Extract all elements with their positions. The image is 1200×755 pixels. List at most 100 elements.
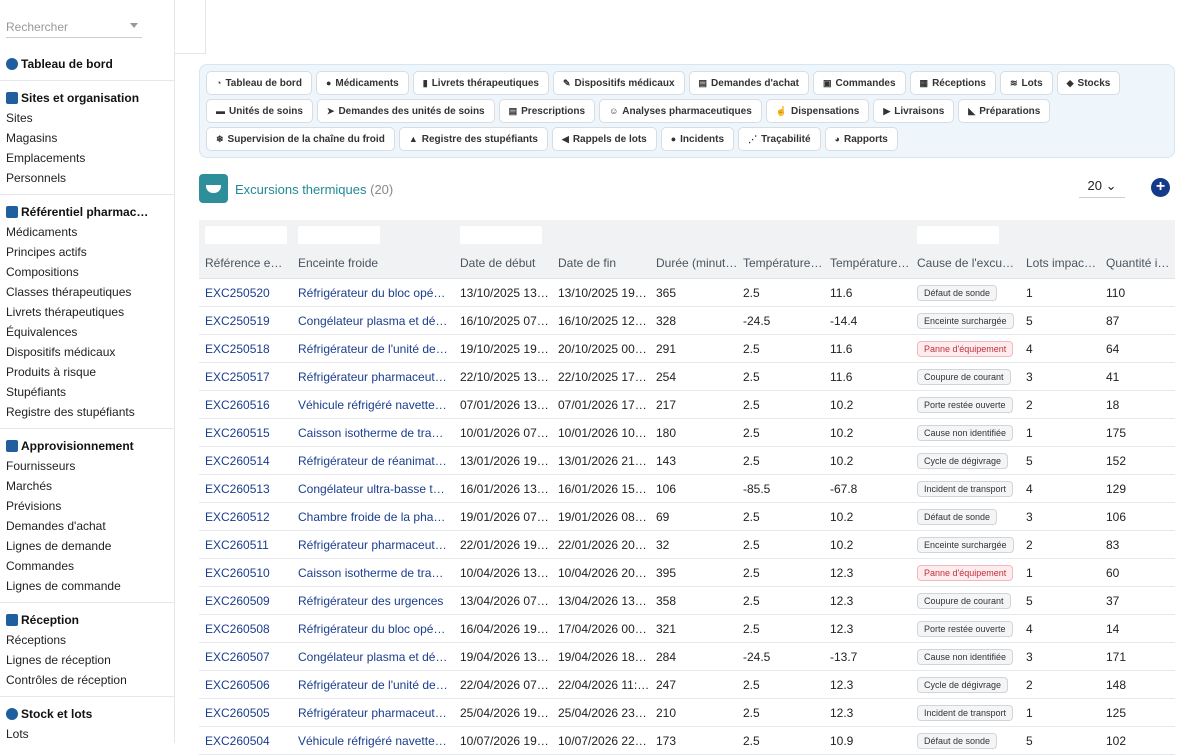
per-page-select[interactable]: 20 ⌄ (1079, 178, 1125, 198)
sidebar-item[interactable]: Lignes de réception (0, 650, 174, 670)
column-header[interactable]: Durée (minut… (656, 256, 738, 270)
reference-link[interactable]: EXC250520 (205, 286, 287, 300)
sidebar-section-3[interactable]: Approvisionnement (0, 436, 174, 456)
enclosure-link[interactable]: Réfrigérateur de l'unité de p… (298, 678, 448, 692)
reference-link[interactable]: EXC260513 (205, 482, 287, 496)
reference-link[interactable]: EXC250519 (205, 314, 287, 328)
filter-cause[interactable] (917, 226, 999, 244)
enclosure-link[interactable]: Chambre froide de la pharm… (298, 510, 448, 524)
filter-reference[interactable] (205, 226, 287, 244)
sidebar-section-2[interactable]: Référentiel pharmac… (0, 202, 174, 222)
enclosure-link[interactable]: Congélateur ultra-basse te… (298, 482, 448, 496)
sidebar-item[interactable]: Demandes d'achat (0, 516, 174, 536)
menu-button[interactable]: ● Incidents (660, 127, 735, 151)
enclosure-link[interactable]: Congélateur plasma et dérivés (298, 314, 448, 328)
sidebar-section-5[interactable]: Stock et lots (0, 704, 174, 724)
menu-button[interactable]: ◣ Préparations (958, 99, 1051, 123)
sidebar-item[interactable]: Personnels (0, 168, 174, 188)
column-header[interactable]: Référence ex… (205, 256, 287, 270)
sidebar-section-1[interactable]: Sites et organisation (0, 88, 174, 108)
sidebar-item[interactable]: Classes thérapeutiques (0, 282, 174, 302)
chevron-down-icon[interactable] (130, 23, 138, 28)
table-row[interactable]: EXC250518 Réfrigérateur de l'unité de p… 1… (199, 335, 1175, 363)
menu-button[interactable]: ▣ Commandes (813, 71, 906, 95)
column-header[interactable]: Date de fin (558, 256, 650, 270)
sidebar-item[interactable]: Stupéfiants (0, 382, 174, 402)
sidebar-item[interactable]: Emplacements (0, 148, 174, 168)
column-header[interactable]: Température… (743, 256, 823, 270)
sidebar-item[interactable]: Équivalences (0, 322, 174, 342)
reference-link[interactable]: EXC250518 (205, 342, 287, 356)
reference-link[interactable]: EXC260508 (205, 622, 287, 636)
table-row[interactable]: EXC260505 Réfrigérateur pharmaceutiq… 25/0… (199, 699, 1175, 727)
enclosure-link[interactable]: Congélateur plasma et dérivés (298, 650, 448, 664)
enclosure-link[interactable]: Réfrigérateur pharmaceutiq… (298, 370, 448, 384)
enclosure-link[interactable]: Caisson isotherme de trans… (298, 566, 448, 580)
enclosure-link[interactable]: Réfrigérateur de l'unité de p… (298, 342, 448, 356)
menu-button[interactable]: ▦ Réceptions (909, 71, 996, 95)
column-header[interactable]: Enceinte froide (298, 256, 448, 270)
table-row[interactable]: EXC260509 Réfrigérateur des urgences 13/04… (199, 587, 1175, 615)
column-header[interactable]: Quantité imp… (1106, 256, 1175, 270)
sidebar-item[interactable]: Magasins (0, 128, 174, 148)
sidebar-item[interactable]: Prévisions (0, 496, 174, 516)
menu-button[interactable]: ▮ Livrets thérapeutiques (412, 71, 549, 95)
table-row[interactable]: EXC260507 Congélateur plasma et dérivés 19… (199, 643, 1175, 671)
add-button[interactable]: + (1151, 178, 1170, 197)
table-row[interactable]: EXC260514 Réfrigérateur de réanimation 13/… (199, 447, 1175, 475)
sidebar-item[interactable]: Lignes de commande (0, 576, 174, 596)
enclosure-link[interactable]: Réfrigérateur pharmaceutiq… (298, 538, 448, 552)
table-row[interactable]: EXC260516 Véhicule réfrigéré navette in… 0… (199, 391, 1175, 419)
sidebar-item[interactable]: Marchés (0, 476, 174, 496)
reference-link[interactable]: EXC260516 (205, 398, 287, 412)
sidebar-item[interactable]: Principes actifs (0, 242, 174, 262)
menu-button[interactable]: ● Médicaments (315, 71, 409, 95)
menu-button[interactable]: ▬ Unités de soins (206, 99, 313, 123)
column-header[interactable]: Cause de l'excur… (917, 256, 1017, 270)
search-input[interactable]: Rechercher (6, 18, 142, 38)
column-header[interactable]: Température… (830, 256, 910, 270)
enclosure-link[interactable]: Véhicule réfrigéré navette in… (298, 734, 448, 748)
column-header[interactable]: Lots impactés (1026, 256, 1098, 270)
table-row[interactable]: EXC260508 Réfrigérateur du bloc opérat… 16… (199, 615, 1175, 643)
enclosure-link[interactable]: Réfrigérateur des urgences (298, 594, 448, 608)
table-row[interactable]: EXC250520 Réfrigérateur du bloc opérat… 13… (199, 279, 1175, 307)
menu-button[interactable]: ✎ Dispositifs médicaux (552, 71, 685, 95)
sidebar-item[interactable]: Commandes (0, 556, 174, 576)
menu-button[interactable]: ▤ Prescriptions (498, 99, 596, 123)
menu-button[interactable]: ▤ Demandes d'achat (688, 71, 810, 95)
table-row[interactable]: EXC260511 Réfrigérateur pharmaceutiq… 22/0… (199, 531, 1175, 559)
sidebar-item[interactable]: Fournisseurs (0, 456, 174, 476)
column-header[interactable]: Date de début (460, 256, 552, 270)
enclosure-link[interactable]: Réfrigérateur de réanimation (298, 454, 448, 468)
sidebar-item[interactable]: Compositions (0, 262, 174, 282)
menu-button[interactable]: ☺ Analyses pharmaceutiques (599, 99, 762, 123)
reference-link[interactable]: EXC260509 (205, 594, 287, 608)
sidebar-item[interactable]: Produits à risque (0, 362, 174, 382)
table-row[interactable]: EXC250517 Réfrigérateur pharmaceutiq… 22/1… (199, 363, 1175, 391)
menu-button[interactable]: ◕ Rapports (824, 127, 898, 151)
sidebar-section-0[interactable]: Tableau de bord (0, 54, 174, 74)
enclosure-link[interactable]: Caisson isotherme de trans… (298, 426, 448, 440)
reference-link[interactable]: EXC260506 (205, 678, 287, 692)
reference-link[interactable]: EXC260504 (205, 734, 287, 748)
enclosure-link[interactable]: Réfrigérateur du bloc opérat… (298, 286, 448, 300)
menu-button[interactable]: ➤ Demandes des unités de soins (316, 99, 495, 123)
sidebar-item[interactable]: Lots (0, 724, 174, 743)
sidebar-item[interactable]: Médicaments (0, 222, 174, 242)
sidebar-item[interactable]: Réceptions (0, 630, 174, 650)
table-row[interactable]: EXC260506 Réfrigérateur de l'unité de p… 2… (199, 671, 1175, 699)
reference-link[interactable]: EXC260514 (205, 454, 287, 468)
menu-button[interactable]: ▶ Livraisons (873, 99, 955, 123)
sidebar-item[interactable]: Dispositifs médicaux (0, 342, 174, 362)
menu-button[interactable]: ≋ Lots (999, 71, 1053, 95)
menu-button[interactable]: ◀ Rappels de lots (551, 127, 657, 151)
table-row[interactable]: EXC260504 Véhicule réfrigéré navette in… 1… (199, 727, 1175, 755)
menu-button[interactable]: ☝ Dispensations (765, 99, 870, 123)
sidebar-item[interactable]: Sites (0, 108, 174, 128)
table-row[interactable]: EXC260510 Caisson isotherme de trans… 10/0… (199, 559, 1175, 587)
sidebar-item[interactable]: Registre des stupéfiants (0, 402, 174, 422)
filter-enceinte[interactable] (298, 226, 380, 244)
enclosure-link[interactable]: Réfrigérateur pharmaceutiq… (298, 706, 448, 720)
table-row[interactable]: EXC260513 Congélateur ultra-basse te… 16/0… (199, 475, 1175, 503)
